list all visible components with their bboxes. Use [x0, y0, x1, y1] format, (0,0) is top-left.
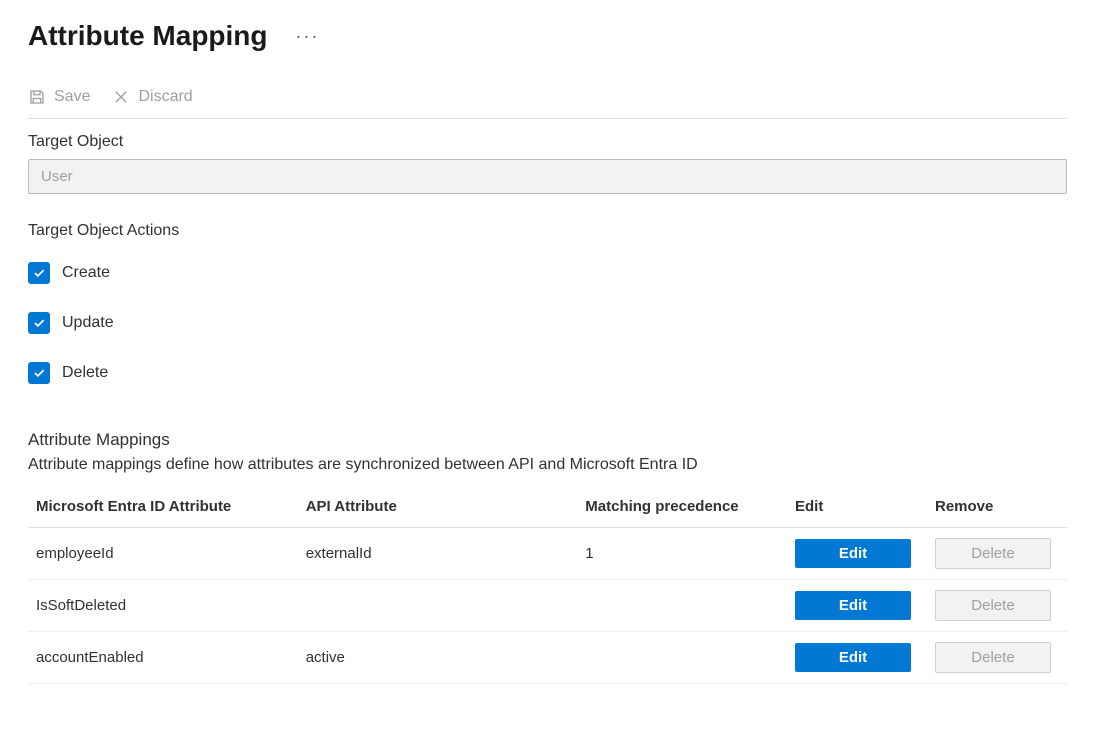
target-object-label: Target Object [28, 133, 1067, 151]
cell-precedence [577, 632, 787, 684]
col-remove: Remove [927, 488, 1067, 528]
cell-entra: accountEnabled [28, 632, 298, 684]
check-icon [32, 366, 46, 380]
more-icon[interactable]: ··· [296, 26, 320, 47]
check-icon [32, 316, 46, 330]
discard-button[interactable]: Discard [112, 88, 192, 106]
cell-api: active [298, 632, 578, 684]
mappings-description: Attribute mappings define how attributes… [28, 456, 1067, 474]
checkbox-row-update: Update [28, 312, 1067, 334]
save-icon [28, 88, 46, 106]
checkbox-update[interactable] [28, 312, 50, 334]
mappings-title: Attribute Mappings [28, 430, 1067, 450]
col-edit: Edit [787, 488, 927, 528]
checkbox-row-delete: Delete [28, 362, 1067, 384]
toolbar: Save Discard [28, 88, 1067, 119]
table-row: accountEnabled active Edit Delete [28, 632, 1067, 684]
cell-api [298, 580, 578, 632]
target-object-input[interactable] [28, 159, 1067, 194]
col-api-attribute: API Attribute [298, 488, 578, 528]
checkbox-label-delete: Delete [62, 364, 108, 382]
cell-entra: IsSoftDeleted [28, 580, 298, 632]
target-object-field: Target Object [28, 133, 1067, 194]
cell-precedence [577, 580, 787, 632]
delete-button[interactable]: Delete [935, 590, 1051, 621]
edit-button[interactable]: Edit [795, 643, 911, 672]
col-entra-attribute: Microsoft Entra ID Attribute [28, 488, 298, 528]
checkbox-delete[interactable] [28, 362, 50, 384]
save-button[interactable]: Save [28, 88, 90, 106]
cell-entra: employeeId [28, 528, 298, 580]
edit-button[interactable]: Edit [795, 591, 911, 620]
cell-api: externalId [298, 528, 578, 580]
table-row: employeeId externalId 1 Edit Delete [28, 528, 1067, 580]
page-title: Attribute Mapping [28, 20, 268, 52]
delete-button[interactable]: Delete [935, 538, 1051, 569]
checkbox-label-update: Update [62, 314, 114, 332]
cell-precedence: 1 [577, 528, 787, 580]
checkbox-create[interactable] [28, 262, 50, 284]
checkbox-row-create: Create [28, 262, 1067, 284]
target-actions-section: Target Object Actions Create Update Dele… [28, 222, 1067, 384]
checkbox-label-create: Create [62, 264, 110, 282]
discard-label: Discard [138, 88, 192, 106]
col-matching-precedence: Matching precedence [577, 488, 787, 528]
edit-button[interactable]: Edit [795, 539, 911, 568]
save-label: Save [54, 88, 90, 106]
check-icon [32, 266, 46, 280]
close-icon [112, 88, 130, 106]
table-row: IsSoftDeleted Edit Delete [28, 580, 1067, 632]
target-actions-label: Target Object Actions [28, 222, 1067, 240]
mappings-table: Microsoft Entra ID Attribute API Attribu… [28, 488, 1067, 684]
delete-button[interactable]: Delete [935, 642, 1051, 673]
